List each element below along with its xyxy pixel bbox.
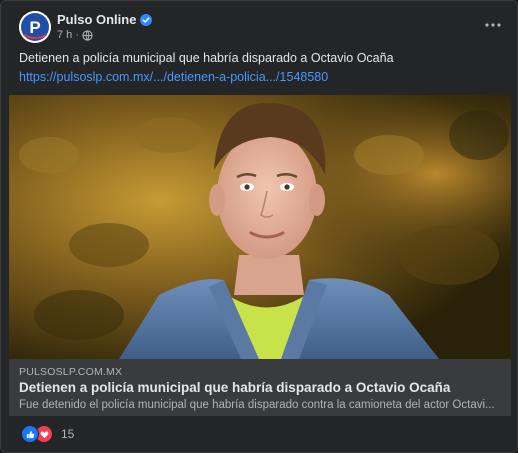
more-options-button[interactable] bbox=[479, 11, 507, 39]
post-time[interactable]: 7 h · bbox=[57, 29, 79, 41]
post-link[interactable]: https://pulsoslp.com.mx/.../detienen-a-p… bbox=[19, 70, 328, 84]
ellipsis-icon bbox=[485, 23, 501, 27]
post-meta: 7 h · bbox=[57, 29, 93, 41]
link-domain: PULSOSLP.COM.MX bbox=[19, 366, 123, 378]
author-name[interactable]: Pulso Online bbox=[57, 12, 136, 27]
like-icon bbox=[21, 425, 39, 443]
link-title[interactable]: Detienen a policía municipal que habría … bbox=[19, 380, 450, 395]
avatar[interactable]: P bbox=[19, 11, 51, 43]
verified-badge-icon bbox=[140, 13, 153, 26]
reactions-summary[interactable]: 15 bbox=[21, 425, 74, 443]
author-row: Pulso Online bbox=[57, 12, 153, 27]
preview-image[interactable] bbox=[9, 95, 511, 359]
svg-text:P: P bbox=[29, 18, 40, 37]
link-description: Fue detenido el policía municipal que ha… bbox=[19, 399, 495, 411]
post-text: Detienen a policía municipal que habría … bbox=[19, 51, 394, 65]
link-preview-box[interactable]: PULSOSLP.COM.MX Detienen a policía munic… bbox=[9, 359, 511, 416]
post-header: P Pulso Online 7 h · bbox=[11, 9, 507, 45]
reaction-count[interactable]: 15 bbox=[61, 427, 74, 441]
pulso-logo-icon: P bbox=[19, 11, 51, 43]
portrait-photo bbox=[9, 95, 511, 359]
globe-icon bbox=[82, 29, 93, 41]
post-card: P Pulso Online 7 h · Detienen a policía … bbox=[0, 0, 518, 453]
